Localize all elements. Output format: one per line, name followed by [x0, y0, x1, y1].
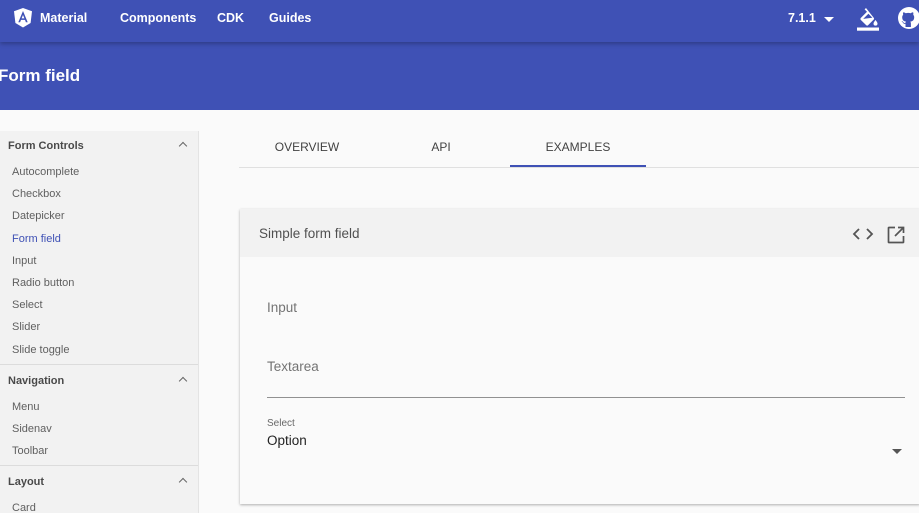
chevron-up-icon	[178, 141, 188, 151]
nav-link-components[interactable]: Components	[120, 0, 196, 36]
sidebar-item-select[interactable]: Select	[0, 294, 198, 316]
sidebar-section-title: Navigation	[8, 374, 65, 387]
top-toolbar: Material Components CDK Guides 7.1.1	[0, 0, 919, 42]
chevron-up-icon	[178, 478, 188, 487]
brand-label: Material	[40, 11, 88, 25]
sidebar-item-autocomplete[interactable]: Autocomplete	[0, 161, 198, 183]
sidebar-item-checkbox[interactable]: Checkbox	[0, 183, 198, 205]
sidebar-section-navigation[interactable]: Navigation	[0, 366, 198, 396]
tab-api[interactable]: API	[373, 128, 509, 167]
arrow-drop-down-icon	[823, 16, 834, 22]
sidebar-section-form-controls[interactable]: Form Controls	[0, 131, 198, 161]
nav-link-guides[interactable]: Guides	[269, 0, 311, 36]
format-color-fill-icon[interactable]	[857, 7, 879, 31]
angular-shield-icon	[14, 8, 32, 28]
version-selector[interactable]: 7.1.1	[788, 0, 834, 36]
page-header: Form field	[0, 42, 919, 110]
github-icon[interactable]	[897, 6, 919, 30]
sidebar-item-slide-toggle[interactable]: Slide toggle	[0, 339, 198, 361]
select-label: Select	[267, 418, 295, 429]
textarea-underline	[267, 397, 905, 398]
sidebar-section-title: Form Controls	[8, 140, 84, 152]
code-icon[interactable]	[852, 226, 874, 242]
sidebar-item-slider[interactable]: Slider	[0, 316, 198, 338]
textarea-label: Textarea	[267, 359, 319, 374]
input-label: Input	[267, 300, 298, 315]
sidebar-item-form-field[interactable]: Form field	[0, 228, 198, 250]
page-title: Form field	[0, 66, 81, 85]
example-card-header: Simple form field	[240, 209, 919, 257]
sidebar-section-title: Layout	[8, 476, 45, 489]
sidebar-divider	[0, 363, 198, 365]
select-field[interactable]: Select Option	[267, 418, 905, 462]
sidebar-item-input[interactable]: Input	[0, 250, 198, 272]
sidebar-item-menu[interactable]: Menu	[0, 396, 198, 418]
sidebar-section-layout[interactable]: Layout	[0, 467, 198, 497]
open-in-new-icon[interactable]	[887, 226, 905, 244]
sidebar-divider	[0, 465, 198, 467]
input-field[interactable]: Input	[267, 300, 905, 330]
brand-link[interactable]: Material	[14, 0, 87, 36]
arrow-drop-down-icon	[892, 449, 902, 454]
example-card: Simple form field Input Textarea Select …	[240, 209, 919, 504]
sidebar-item-radio-button[interactable]: Radio button	[0, 272, 198, 294]
select-value: Option	[267, 433, 307, 448]
sidebar-item-datepicker[interactable]: Datepicker	[0, 205, 198, 227]
textarea-field[interactable]: Textarea	[267, 359, 905, 399]
tab-examples[interactable]: EXAMPLES	[510, 128, 646, 167]
doc-tabs: OVERVIEW API EXAMPLES	[239, 128, 919, 168]
nav-link-cdk[interactable]: CDK	[217, 0, 244, 36]
sidebar-item-card[interactable]: Card	[0, 497, 198, 513]
sidebar-item-toolbar[interactable]: Toolbar	[0, 440, 198, 462]
sidebar-item-sidenav[interactable]: Sidenav	[0, 418, 198, 440]
component-sidebar: Form Controls Autocomplete Checkbox Date…	[0, 131, 199, 513]
version-label: 7.1.1	[788, 11, 816, 25]
example-title: Simple form field	[259, 226, 360, 241]
chevron-up-icon	[178, 376, 188, 385]
tab-overview[interactable]: OVERVIEW	[239, 128, 375, 167]
